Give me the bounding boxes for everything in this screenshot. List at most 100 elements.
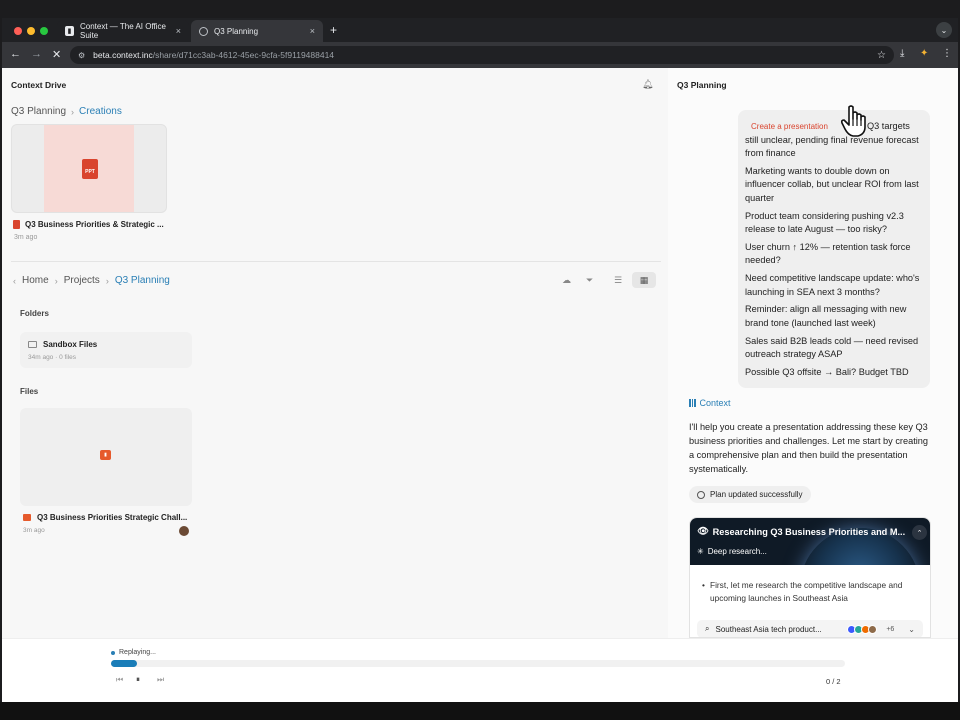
clock-icon <box>697 490 705 499</box>
list-view-icon[interactable]: ☰ <box>614 275 622 286</box>
replay-progress-bar[interactable] <box>111 660 845 667</box>
research-status: Deep research... <box>707 547 767 556</box>
replay-controls: Replaying... ⏮ ⏸ ⏭ 0 / 2 <box>2 638 958 702</box>
chevron-right-icon: › <box>54 275 58 286</box>
tab-label: Q3 Planning <box>214 26 259 36</box>
url-path: /share/d71cc3ab-4612-45ec-9cfa-5f9119488… <box>152 50 335 60</box>
skip-forward-icon[interactable]: ⏭ <box>157 675 164 685</box>
chevron-up-icon[interactable]: ⌃ <box>912 525 927 540</box>
plan-status-badge[interactable]: Plan updated successfully <box>689 486 811 503</box>
folder-meta: 34m ago · 0 files <box>28 354 77 361</box>
context-favicon-icon <box>199 26 208 36</box>
user-message-line: Reminder: align all messaging with new b… <box>745 304 907 328</box>
browser-tab-strip: ▮ Context — The AI Office Suite × Q3 Pla… <box>2 18 958 42</box>
replay-progress-fill <box>111 660 137 667</box>
browser-tab-q3-planning[interactable]: Q3 Planning × <box>191 20 323 42</box>
user-message-line: Sales said B2B leads cold — need revised… <box>745 335 919 360</box>
tab-label: Context — The AI Office Suite <box>80 22 166 40</box>
skip-back-icon[interactable]: ⏮ <box>116 675 123 685</box>
bookmark-star-icon[interactable]: ☆ <box>877 50 886 61</box>
breadcrumb: ‹ Home › Projects › Q3 Planning <box>13 275 170 286</box>
chevron-down-icon[interactable]: ⌄ <box>908 625 915 634</box>
app-window: Context Drive 🔔︎ Q3 Planning › Creations… <box>2 68 958 638</box>
back-arrow-icon[interactable]: ← <box>10 48 21 60</box>
user-message-line: Marketing wants to double down on influe… <box>745 165 919 203</box>
folder-card-sandbox-files[interactable]: Sandbox Files 34m ago · 0 files <box>20 332 192 368</box>
section-divider <box>11 261 661 262</box>
replay-label: Replaying... <box>119 649 156 656</box>
breadcrumb-creations: Q3 Planning › Creations <box>11 106 122 117</box>
recent-file-title[interactable]: Q3 Business Priorities & Strategic ... <box>13 220 164 229</box>
url-host: beta.context.inc <box>93 50 153 60</box>
breadcrumb-q3-planning[interactable]: Q3 Planning <box>11 106 66 117</box>
search-result-row[interactable]: ⌕ Southeast Asia tech product... +6 ⌄ <box>697 620 923 637</box>
download-icon[interactable]: ⤓ <box>900 48 904 59</box>
filter-icon[interactable]: ⏷ <box>586 275 593 286</box>
user-message-line: Possible Q3 offsite → Bali? Budget TBD <box>745 367 909 378</box>
research-card-header[interactable]: 👁︎ Researching Q3 Business Priorities an… <box>690 518 930 565</box>
screen-bottom-edge <box>0 702 960 720</box>
chevron-right-icon: › <box>71 106 75 117</box>
loading-spinner-icon: ✳ <box>697 547 704 556</box>
browser-tab-context[interactable]: ▮ Context — The AI Office Suite × <box>57 20 189 42</box>
browser-menu-icon[interactable]: ⋮ <box>942 48 952 59</box>
breadcrumb-home[interactable]: Home <box>22 275 49 286</box>
close-tab-icon[interactable]: × <box>176 26 181 36</box>
profile-avatar-icon[interactable]: ✦ <box>920 48 928 59</box>
file-card-thumbnail[interactable]: ▮ <box>20 408 192 506</box>
user-message: Create a presentation Q3 targets still u… <box>738 110 930 388</box>
assistant-label: Context <box>689 398 731 408</box>
chat-title: Q3 Planning <box>677 80 727 90</box>
close-window-dot[interactable] <box>14 27 22 35</box>
chat-pane: Q3 Planning Create a presentation Q3 tar… <box>668 68 958 638</box>
create-presentation-tag: Create a presentation <box>751 122 828 131</box>
drive-pane: Context Drive 🔔︎ Q3 Planning › Creations… <box>2 68 668 638</box>
file-card-title[interactable]: Q3 Business Priorities Strategic Chall..… <box>23 513 187 522</box>
maximize-window-dot[interactable] <box>40 27 48 35</box>
more-sources-count: +6 <box>886 625 895 633</box>
breadcrumb-projects[interactable]: Projects <box>64 275 100 286</box>
bell-icon[interactable]: 🔔︎ <box>642 79 653 90</box>
breadcrumb-current-q3-planning[interactable]: Q3 Planning <box>115 275 170 286</box>
stop-loading-icon[interactable]: ✕ <box>52 48 61 61</box>
ppt-file-icon <box>13 220 20 229</box>
context-favicon-icon: ▮ <box>65 26 74 36</box>
source-avatars <box>847 624 878 634</box>
close-tab-icon[interactable]: × <box>310 26 315 36</box>
plan-status-text: Plan updated successfully <box>710 490 803 499</box>
avatar <box>179 526 189 536</box>
ppt-file-icon: PPT <box>82 159 98 179</box>
recent-file-thumbnail[interactable]: PPT <box>11 124 167 213</box>
user-message-line: User churn ↑ 12% — retention task force … <box>745 241 911 266</box>
breadcrumb-current-creations[interactable]: Creations <box>79 106 122 117</box>
presentation-file-icon: ▮ <box>100 450 111 460</box>
user-message-line: Product team considering pushing v2.3 re… <box>745 210 904 235</box>
address-bar[interactable]: ⚙ beta.context.inc /share/d71cc3ab-4612-… <box>70 46 894 64</box>
recent-file-name: Q3 Business Priorities & Strategic ... <box>25 220 164 229</box>
search-query: Southeast Asia tech product... <box>715 624 822 634</box>
upload-cloud-icon[interactable]: ☁ <box>562 275 571 286</box>
minimize-window-dot[interactable] <box>27 27 35 35</box>
chevron-left-icon[interactable]: ‹ <box>13 276 16 286</box>
replay-dot-icon <box>111 650 115 655</box>
folders-heading: Folders <box>20 309 49 318</box>
site-settings-icon[interactable]: ⚙ <box>78 51 85 60</box>
drive-title: Context Drive <box>11 80 67 90</box>
assistant-name: Context <box>699 398 731 408</box>
new-tab-button[interactable]: + <box>330 23 337 37</box>
files-heading: Files <box>20 387 39 396</box>
user-message-line: Need competitive landscape update: who's… <box>745 273 920 297</box>
assistant-message: I'll help you create a presentation addr… <box>689 422 929 474</box>
grid-view-icon[interactable]: ▦ <box>632 272 656 288</box>
file-name: Q3 Business Priorities Strategic Chall..… <box>37 513 188 522</box>
folder-name: Sandbox Files <box>43 340 98 349</box>
replay-status: Replaying... <box>111 649 156 656</box>
research-card: 👁︎ Researching Q3 Business Priorities an… <box>689 517 931 638</box>
file-meta: 3m ago <box>23 527 45 534</box>
search-icon: ⌕ <box>705 624 710 633</box>
forward-arrow-icon[interactable]: → <box>31 48 42 60</box>
tab-search-chevron-icon[interactable]: ⌄ <box>936 22 952 38</box>
step-counter: 0 / 2 <box>826 677 841 686</box>
research-step: First, let me research the competitive l… <box>702 579 924 604</box>
pause-icon[interactable]: ⏸ <box>136 675 140 685</box>
